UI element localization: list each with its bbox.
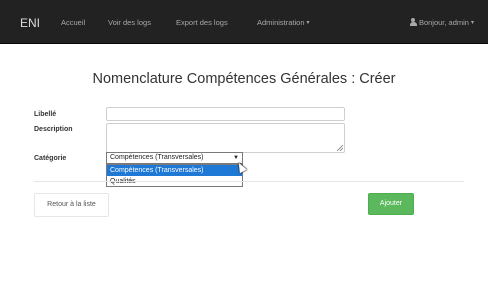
divider (34, 181, 464, 182)
caret-down-icon: ▾ (470, 20, 474, 26)
user-icon (409, 18, 417, 26)
libelle-label: Libellé (34, 111, 57, 118)
nav-accueil[interactable]: Accueil (61, 18, 85, 27)
submit-button[interactable]: Ajouter (368, 193, 414, 215)
libelle-input[interactable] (106, 107, 345, 121)
brand-logo[interactable]: ENI (20, 16, 40, 30)
nav-administration[interactable]: Administration ▾ (257, 18, 310, 27)
resize-grip-icon[interactable] (337, 145, 343, 151)
categorie-option-competences[interactable]: Compétences (Transversales) (107, 165, 242, 176)
back-to-list-button[interactable]: Retour à la liste (34, 193, 109, 217)
categorie-label: Catégorie (34, 155, 67, 162)
categorie-dropdown-list: Compétences (Transversales) Qualités (106, 164, 243, 187)
nav-voir-logs[interactable]: Voir des logs (108, 18, 151, 27)
nav-user-label: Bonjour, admin (418, 18, 469, 27)
nav-user-menu[interactable]: Bonjour, admin ▾ (409, 18, 474, 27)
categorie-selected-value: Compétences (Transversales) (110, 154, 204, 161)
page-title: Nomenclature Compétences Générales : Cré… (92, 71, 396, 87)
categorie-select[interactable]: Compétences (Transversales) ▼ (106, 152, 243, 164)
description-label: Description (34, 126, 73, 133)
description-textarea[interactable] (106, 123, 345, 153)
top-navbar: ENI Accueil Voir des logs Export des log… (0, 0, 488, 44)
nav-administration-label: Administration (257, 18, 305, 27)
nav-export-logs[interactable]: Export des logs (176, 18, 228, 27)
caret-down-icon: ▾ (306, 20, 310, 26)
